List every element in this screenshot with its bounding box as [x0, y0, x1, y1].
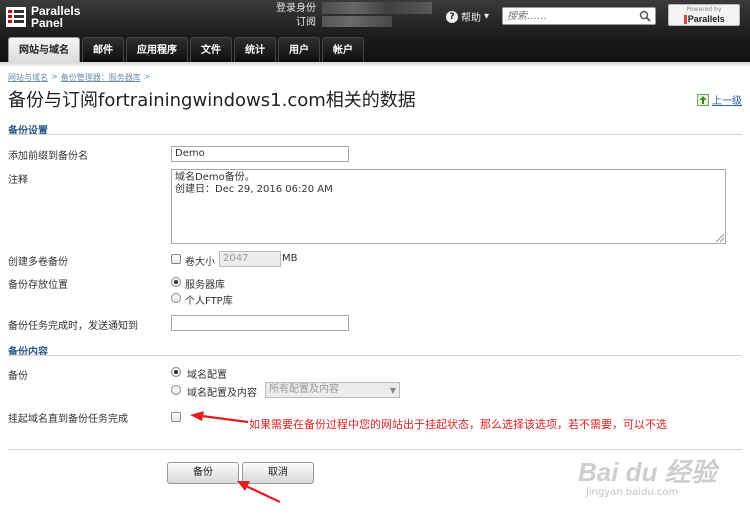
volume-unit: MB — [282, 253, 298, 264]
domain-config-content-radio[interactable] — [171, 385, 181, 395]
up-level-label: 上一级 — [712, 96, 742, 107]
multivolume-label: 创建多卷备份 — [8, 257, 68, 268]
chevron-down-icon: ▼ — [389, 386, 396, 395]
section-divider — [8, 134, 742, 135]
parallels-logo-icon — [6, 7, 26, 27]
breadcrumb-websites-domains[interactable]: 网站与域名 — [8, 72, 48, 83]
tab-underbar — [0, 62, 750, 66]
login-info: 登录身份 订阅 — [260, 2, 316, 30]
main-tabs: 网站与域名 邮件 应用程序 文件 统计 用户 帐户 — [8, 37, 364, 62]
location-ftp-label: 个人FTP库 — [185, 296, 233, 307]
notify-email-input[interactable] — [171, 315, 349, 331]
subscription-label: 订阅 — [296, 17, 316, 28]
blurred-subscription[interactable] — [322, 16, 392, 27]
powered-brand: Parallels — [687, 14, 725, 24]
notify-label: 备份任务完成时，发送通知到 — [8, 321, 138, 332]
annotation-arrow-icon — [237, 481, 281, 503]
resize-grip-icon[interactable] — [716, 234, 724, 242]
tab-websites-domains[interactable]: 网站与域名 — [8, 37, 80, 62]
search-box — [502, 7, 656, 25]
location-server-radio[interactable] — [171, 277, 181, 287]
domain-config-label: 域名配置 — [187, 370, 227, 381]
search-icon[interactable] — [639, 10, 651, 22]
prefix-input[interactable]: Demo — [171, 146, 349, 162]
tab-applications[interactable]: 应用程序 — [126, 37, 188, 62]
backup-button[interactable]: 备份 — [167, 462, 239, 484]
login-label: 登录身份 — [276, 3, 316, 14]
blurred-username — [322, 2, 432, 14]
domain-config-content-label: 域名配置及内容 — [187, 388, 257, 399]
annotation-note: 如果需要在备份过程中您的网站出于挂起状态，那么选择该选项，若不需要，可以不选 — [249, 418, 667, 431]
multivolume-checkbox[interactable] — [171, 254, 181, 264]
footer-divider — [8, 449, 742, 450]
powered-by-badge[interactable]: Powered by ∥Parallels — [668, 4, 740, 26]
content-scope-value: 所有配置及内容 — [269, 384, 339, 395]
page-title: 备份与订阅fortrainingwindows1.com相关的数据 — [8, 90, 416, 111]
tab-account[interactable]: 帐户 — [322, 37, 364, 62]
baidu-watermark: Bai du 经验 jingyan.baidu.com — [578, 452, 748, 512]
comment-line-2: 创建日：Dec 29, 2016 06:20 AM — [175, 184, 333, 195]
up-arrow-icon — [697, 93, 709, 106]
location-ftp-radio[interactable] — [171, 293, 181, 303]
search-input[interactable] — [503, 8, 629, 24]
comment-line-1: 域名Demo备份。 — [175, 172, 255, 183]
location-label: 备份存放位置 — [8, 280, 68, 291]
backup-type-label: 备份 — [8, 371, 28, 382]
tab-mail[interactable]: 邮件 — [82, 37, 124, 62]
parallels-logo[interactable]: Parallels Panel — [6, 5, 86, 29]
top-header: Parallels Panel 登录身份 订阅 ? 帮助 ▾ Powered b… — [0, 0, 750, 62]
volume-size-label: 卷大小 — [185, 257, 215, 268]
watermark-line-1: Bai du 经验 — [578, 457, 717, 487]
tab-users[interactable]: 用户 — [278, 37, 320, 62]
location-server-label: 服务器库 — [185, 280, 225, 291]
content-scope-select[interactable]: 所有配置及内容 ▼ — [265, 382, 400, 398]
volume-size-input[interactable]: 2047 — [219, 251, 281, 267]
suspend-label: 挂起域名直到备份任务完成 — [8, 414, 128, 425]
brand-product: Panel — [31, 16, 64, 30]
breadcrumb-separator: > — [143, 72, 151, 81]
tab-files[interactable]: 文件 — [190, 37, 232, 62]
watermark-line-2: jingyan.baidu.com — [586, 487, 679, 498]
up-level-link[interactable]: 上一级 — [697, 92, 742, 107]
comment-textarea[interactable]: 域名Demo备份。 创建日：Dec 29, 2016 06:20 AM — [171, 169, 726, 244]
breadcrumb-separator: > — [51, 72, 58, 81]
breadcrumb: 网站与域名 > 备份管理器：服务器库 > — [8, 72, 150, 83]
help-menu[interactable]: ? 帮助 ▾ — [446, 9, 489, 24]
domain-config-radio[interactable] — [171, 367, 181, 377]
help-icon: ? — [446, 10, 458, 23]
tab-statistics[interactable]: 统计 — [234, 37, 276, 62]
comment-label: 注释 — [8, 175, 28, 186]
annotation-arrow-icon — [190, 411, 249, 424]
prefix-label: 添加前缀到备份名 — [8, 151, 88, 162]
powered-by-text: Powered by — [686, 6, 722, 13]
breadcrumb-backup-manager[interactable]: 备份管理器：服务器库 — [61, 72, 141, 83]
suspend-checkbox[interactable] — [171, 412, 181, 422]
chevron-down-icon: ▾ — [484, 11, 490, 22]
help-label: 帮助 — [461, 13, 481, 24]
section-divider — [8, 355, 742, 356]
